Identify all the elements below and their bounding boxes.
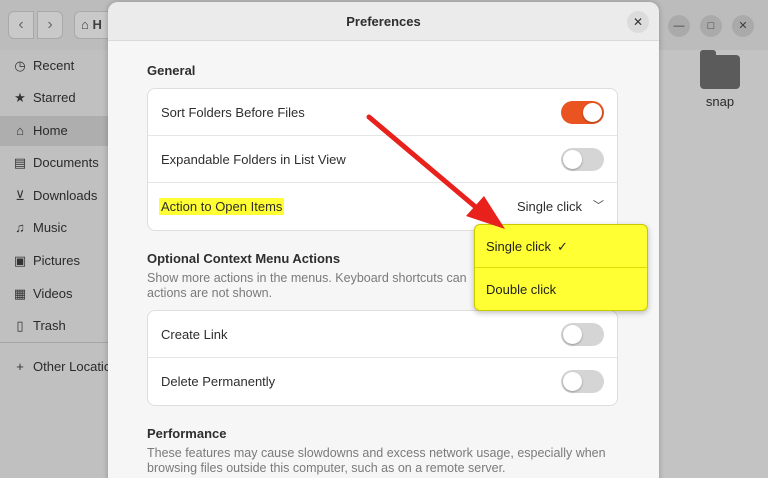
row-action-to-open-items[interactable]: Action to Open Items Single click ﹀ <box>148 183 617 230</box>
context-menu-settings-card: Create Link Delete Permanently <box>147 310 618 406</box>
performance-desc-line2: browsing files outside this computer, su… <box>147 461 506 475</box>
chevron-right-icon: › <box>47 16 53 33</box>
sidebar-item-label: Other Locations <box>33 359 118 374</box>
sidebar-item-recent[interactable]: ◷ Recent <box>0 51 118 81</box>
sidebar-item-label: Pictures <box>33 253 80 268</box>
delete-permanently-label: Delete Permanently <box>161 374 276 389</box>
picture-icon: ▣ <box>13 253 27 268</box>
sidebar-item-label: Music <box>33 220 67 235</box>
folder-label: snap <box>705 94 735 109</box>
forward-button[interactable]: › <box>37 11 63 39</box>
minimize-button[interactable]: — <box>668 15 690 37</box>
performance-desc-line1: These features may cause slowdowns and e… <box>147 446 606 460</box>
create-link-toggle[interactable] <box>561 323 604 346</box>
sidebar-item-home[interactable]: ⌂ Home <box>0 116 118 146</box>
performance-description: These features may cause slowdowns and e… <box>147 446 647 476</box>
sidebar-item-label: Downloads <box>33 188 98 203</box>
sidebar-item-label: Videos <box>33 286 73 301</box>
sidebar: ◷ Recent ★ Starred ⌂ Home ▤ Documents ⊻ … <box>0 50 118 478</box>
chevron-down-icon[interactable]: ﹀ <box>593 183 604 230</box>
checkmark-icon: ✓ <box>557 239 568 254</box>
document-icon: ▤ <box>13 155 27 170</box>
sidebar-item-label: Starred <box>33 90 76 105</box>
dialog-title: Preferences <box>346 14 421 29</box>
maximize-button[interactable]: □ <box>700 15 722 37</box>
chevron-left-icon: ‹ <box>18 16 24 33</box>
minimize-icon: — <box>673 20 685 32</box>
toggle-knob <box>563 150 582 169</box>
music-icon: ♫ <box>15 220 25 235</box>
action-select-value[interactable]: Single click <box>517 183 582 230</box>
dropdown-option-label: Double click <box>486 282 557 297</box>
sort-folders-label: Sort Folders Before Files <box>161 105 305 120</box>
sidebar-item-other-locations[interactable]: + Other Locations <box>0 352 118 382</box>
sidebar-item-label: Trash <box>33 318 66 333</box>
expandable-folders-label: Expandable Folders in List View <box>161 152 346 167</box>
close-icon: ✕ <box>738 20 748 32</box>
row-sort-folders[interactable]: Sort Folders Before Files <box>148 89 617 136</box>
trash-icon: ▯ <box>16 318 24 333</box>
sidebar-item-videos[interactable]: ▦ Videos <box>0 279 118 309</box>
star-icon: ★ <box>14 90 26 105</box>
download-icon: ⊻ <box>15 188 25 203</box>
video-icon: ▦ <box>13 286 27 301</box>
sort-folders-toggle[interactable] <box>561 101 604 124</box>
dialog-header: Preferences ✕ <box>108 2 659 41</box>
sidebar-item-starred[interactable]: ★ Starred <box>0 83 118 113</box>
row-delete-permanently[interactable]: Delete Permanently <box>148 358 617 405</box>
section-title-performance: Performance <box>147 426 227 441</box>
maximize-icon: □ <box>707 20 715 32</box>
section-title-general: General <box>147 63 196 78</box>
toggle-knob <box>563 325 582 344</box>
dropdown-option-double-click[interactable]: Double click <box>475 268 647 311</box>
sidebar-item-music[interactable]: ♫ Music <box>0 213 118 243</box>
create-link-label: Create Link <box>161 327 228 342</box>
plus-icon: + <box>16 359 24 374</box>
sidebar-item-trash[interactable]: ▯ Trash <box>0 311 118 341</box>
close-icon: ✕ <box>632 15 644 29</box>
sidebar-divider <box>0 342 118 343</box>
dropdown-option-single-click[interactable]: Single click ✓ <box>475 225 647 268</box>
window-close-button[interactable]: ✕ <box>732 15 754 37</box>
expandable-folders-toggle[interactable] <box>561 148 604 171</box>
path-label: H <box>92 17 102 32</box>
row-expandable-folders[interactable]: Expandable Folders in List View <box>148 136 617 183</box>
toggle-knob <box>563 372 582 391</box>
general-settings-card: Sort Folders Before Files Expandable Fol… <box>147 88 618 231</box>
toggle-knob <box>583 103 602 122</box>
sidebar-item-documents[interactable]: ▤ Documents <box>0 148 118 178</box>
row-create-link[interactable]: Create Link <box>148 311 617 358</box>
home-icon: ⌂ <box>16 123 24 138</box>
sidebar-item-label: Recent <box>33 58 75 73</box>
sidebar-item-downloads[interactable]: ⊻ Downloads <box>0 181 118 211</box>
folder-icon[interactable] <box>700 50 740 89</box>
dialog-close-button[interactable]: ✕ <box>627 11 649 33</box>
sidebar-item-label: Home <box>33 123 68 138</box>
delete-permanently-toggle[interactable] <box>561 370 604 393</box>
section-title-context-menu: Optional Context Menu Actions <box>147 251 341 266</box>
action-to-open-items-label: Action to Open Items <box>159 198 285 215</box>
action-dropdown-popover: Single click ✓ Double click <box>474 224 648 311</box>
clock-icon: ◷ <box>14 58 26 73</box>
home-icon: ⌂ <box>81 17 89 32</box>
sidebar-item-pictures[interactable]: ▣ Pictures <box>0 246 118 276</box>
back-button[interactable]: ‹ <box>8 11 34 39</box>
sidebar-item-label: Documents <box>33 155 99 170</box>
dropdown-option-label: Single click <box>486 239 552 254</box>
